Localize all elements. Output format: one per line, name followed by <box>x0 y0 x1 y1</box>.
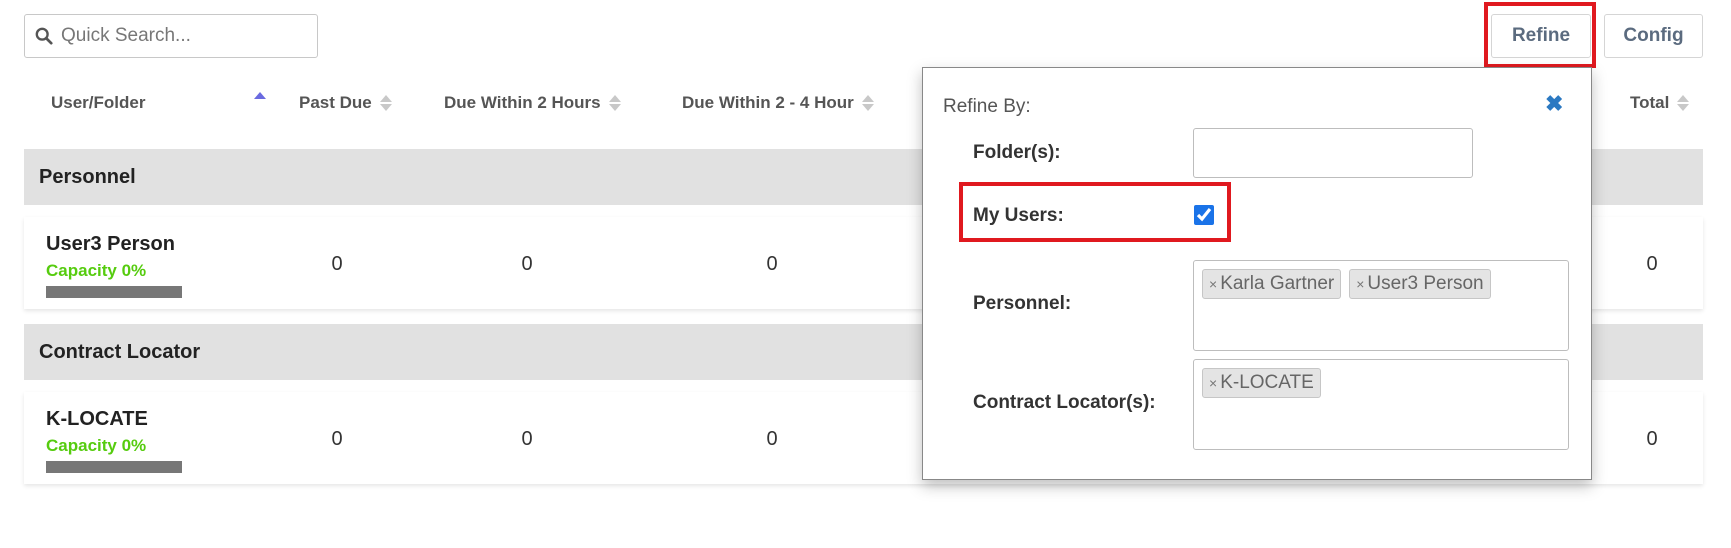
my-users-highlight-box <box>959 182 1231 242</box>
personnel-tag[interactable]: × User3 Person <box>1349 269 1491 299</box>
search-input[interactable] <box>59 24 303 48</box>
personnel-label: Personnel: <box>973 293 1072 314</box>
remove-tag-icon[interactable]: × <box>1209 276 1217 292</box>
quick-search[interactable] <box>24 14 318 58</box>
header-due-within-2-4-hour[interactable]: Due Within 2 - 4 Hour <box>682 93 874 113</box>
sort-icon-user-folder[interactable] <box>246 92 266 108</box>
header-due-within-2-hours[interactable]: Due Within 2 Hours <box>444 93 621 113</box>
cell-total: 0 <box>1646 253 1658 275</box>
cell-past-due: 0 <box>331 253 343 275</box>
header-past-due[interactable]: Past Due <box>299 93 392 113</box>
refine-highlight-box <box>1484 2 1596 68</box>
refine-panel: Refine By: ✖ Folder(s): My Users: Person… <box>922 67 1592 480</box>
tag-label: Karla Gartner <box>1220 273 1335 294</box>
header-total[interactable]: Total <box>1630 93 1690 113</box>
tag-label: User3 Person <box>1367 273 1484 294</box>
cell-due-2h: 0 <box>521 428 533 450</box>
cell-past-due: 0 <box>331 428 343 450</box>
header-user-folder[interactable]: User/Folder <box>51 93 145 113</box>
folders-input[interactable] <box>1193 128 1473 178</box>
remove-tag-icon[interactable]: × <box>1356 276 1364 292</box>
row-name: User3 Person <box>46 233 175 255</box>
cell-due-2-4h: 0 <box>766 253 778 275</box>
search-icon <box>35 27 53 45</box>
personnel-multiselect[interactable]: × Karla Gartner × User3 Person <box>1193 260 1569 351</box>
sort-icon <box>861 95 874 111</box>
remove-tag-icon[interactable]: × <box>1209 375 1217 391</box>
cell-due-2-4h: 0 <box>766 428 778 450</box>
sort-icon <box>608 95 621 111</box>
contract-locators-multiselect[interactable]: × K-LOCATE <box>1193 359 1569 450</box>
sort-icon <box>1677 95 1690 111</box>
personnel-tag[interactable]: × Karla Gartner <box>1202 269 1342 299</box>
refine-title: Refine By: <box>943 96 1031 117</box>
header-label: User/Folder <box>51 93 146 112</box>
row-name: K-LOCATE <box>46 408 148 430</box>
header-label: Total <box>1630 93 1670 112</box>
header-label: Past Due <box>299 93 372 112</box>
close-icon[interactable]: ✖ <box>1545 91 1563 117</box>
capacity-label: Capacity 0% <box>46 261 147 280</box>
capacity-bar <box>46 461 182 473</box>
capacity-label: Capacity 0% <box>46 436 147 455</box>
tag-label: K-LOCATE <box>1220 372 1314 393</box>
contract-locator-tag[interactable]: × K-LOCATE <box>1202 368 1321 398</box>
contract-locators-label: Contract Locator(s): <box>973 392 1156 413</box>
cell-due-2h: 0 <box>521 253 533 275</box>
header-label: Due Within 2 Hours <box>444 93 601 112</box>
config-button[interactable]: Config <box>1604 14 1703 58</box>
folders-label: Folder(s): <box>973 142 1061 163</box>
capacity-bar <box>46 286 182 298</box>
cell-total: 0 <box>1646 428 1658 450</box>
sort-icon <box>379 95 392 111</box>
header-label: Due Within 2 - 4 Hour <box>682 93 854 112</box>
